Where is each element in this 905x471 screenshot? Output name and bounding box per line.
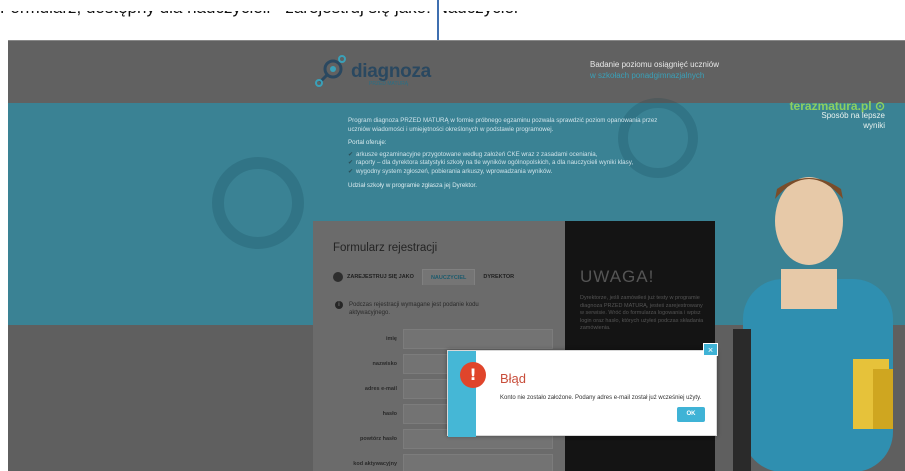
notice-title: UWAGA! [580, 267, 655, 286]
field-label: imię [385, 336, 397, 342]
program-intro: Program diagnoza PRZED MATURĄ w formie p… [348, 117, 678, 191]
error-icon: ! [460, 362, 486, 388]
activation-info: Podczas rejestracji wymagane jest podani… [349, 302, 479, 316]
register-as-label: ZAREJESTRUJ SIĘ JAKO [347, 274, 414, 280]
dialog-title: Błąd [500, 371, 527, 386]
user-avatar-icon [333, 272, 343, 282]
logo-subtext: PRZED MATURĄ [369, 81, 409, 87]
terazmatura-site: terazmatura.pl ⊙ [789, 99, 885, 113]
field-label: kod aktywacyjny [353, 461, 397, 467]
tab-dyrektor[interactable]: DYREKTOR [475, 269, 522, 285]
error-dialog: ! Błąd Konto nie zostało założone. Podan… [447, 343, 718, 437]
role-tabs: ZAREJESTRUJ SIĘ JAKO NAUCZYCIEL DYREKTOR [333, 269, 522, 285]
logo-text: diagnoza [351, 61, 431, 82]
student-photo [733, 177, 893, 471]
slogan-line-2: wyniki [863, 121, 885, 130]
field-label: adres e-mail [364, 386, 397, 392]
site-header: diagnoza PRZED MATURĄ Badanie poziomu os… [8, 41, 905, 103]
offers-list: arkusze egzaminacyjne przygotowane wedłu… [348, 151, 678, 177]
field-label: powtórz hasło [360, 436, 397, 442]
form-title: Formularz rejestracji [333, 242, 438, 254]
offer-item: arkusze egzaminacyjne przygotowane wedłu… [348, 151, 678, 160]
intro-note: Udział szkoły w programie zgłasza jej Dy… [348, 182, 477, 189]
tab-nauczyciel[interactable]: NAUCZYCIEL [421, 269, 476, 285]
logo-magnifier-icon [315, 55, 346, 87]
background-logo-watermark-icon [212, 157, 304, 249]
site-logo[interactable]: diagnoza PRZED MATURĄ [313, 53, 443, 89]
close-icon[interactable]: × [703, 343, 718, 356]
activation-code-input[interactable] [403, 454, 553, 471]
offer-item: raporty – dla dyrektora statystyki szkoł… [348, 159, 678, 168]
first-name-input[interactable] [403, 329, 553, 349]
dialog-message: Konto nie zostało założone. Podany adres… [500, 395, 702, 401]
website-screenshot: diagnoza PRZED MATURĄ Badanie poziomu os… [8, 40, 905, 471]
terazmatura-brand[interactable]: terazmatura.pl ⊙ Sposób na lepsze wyniki [789, 99, 885, 131]
info-icon: i [335, 301, 343, 309]
offer-item: wygodny system zgłoszeń, pobierania arku… [348, 168, 678, 177]
notice-text: Dyrektorze, jeśli zamówiłeś już testy w … [580, 295, 704, 331]
field-label: hasło [382, 411, 397, 417]
tagline-line-1: Badanie poziomu osiągnięć uczniów [590, 60, 719, 69]
field-label: nazwisko [372, 361, 397, 367]
offers-title: Portal oferuje: [348, 139, 387, 146]
caption-text: Formularz, dostępny dla nauczycieli - za… [0, 0, 518, 17]
field-row-imie: imię [325, 329, 565, 349]
intro-paragraph: Program diagnoza PRZED MATURĄ w formie p… [348, 117, 658, 133]
field-row-kod: kod aktywacyjny [325, 454, 565, 471]
ok-button[interactable]: OK [677, 407, 705, 422]
